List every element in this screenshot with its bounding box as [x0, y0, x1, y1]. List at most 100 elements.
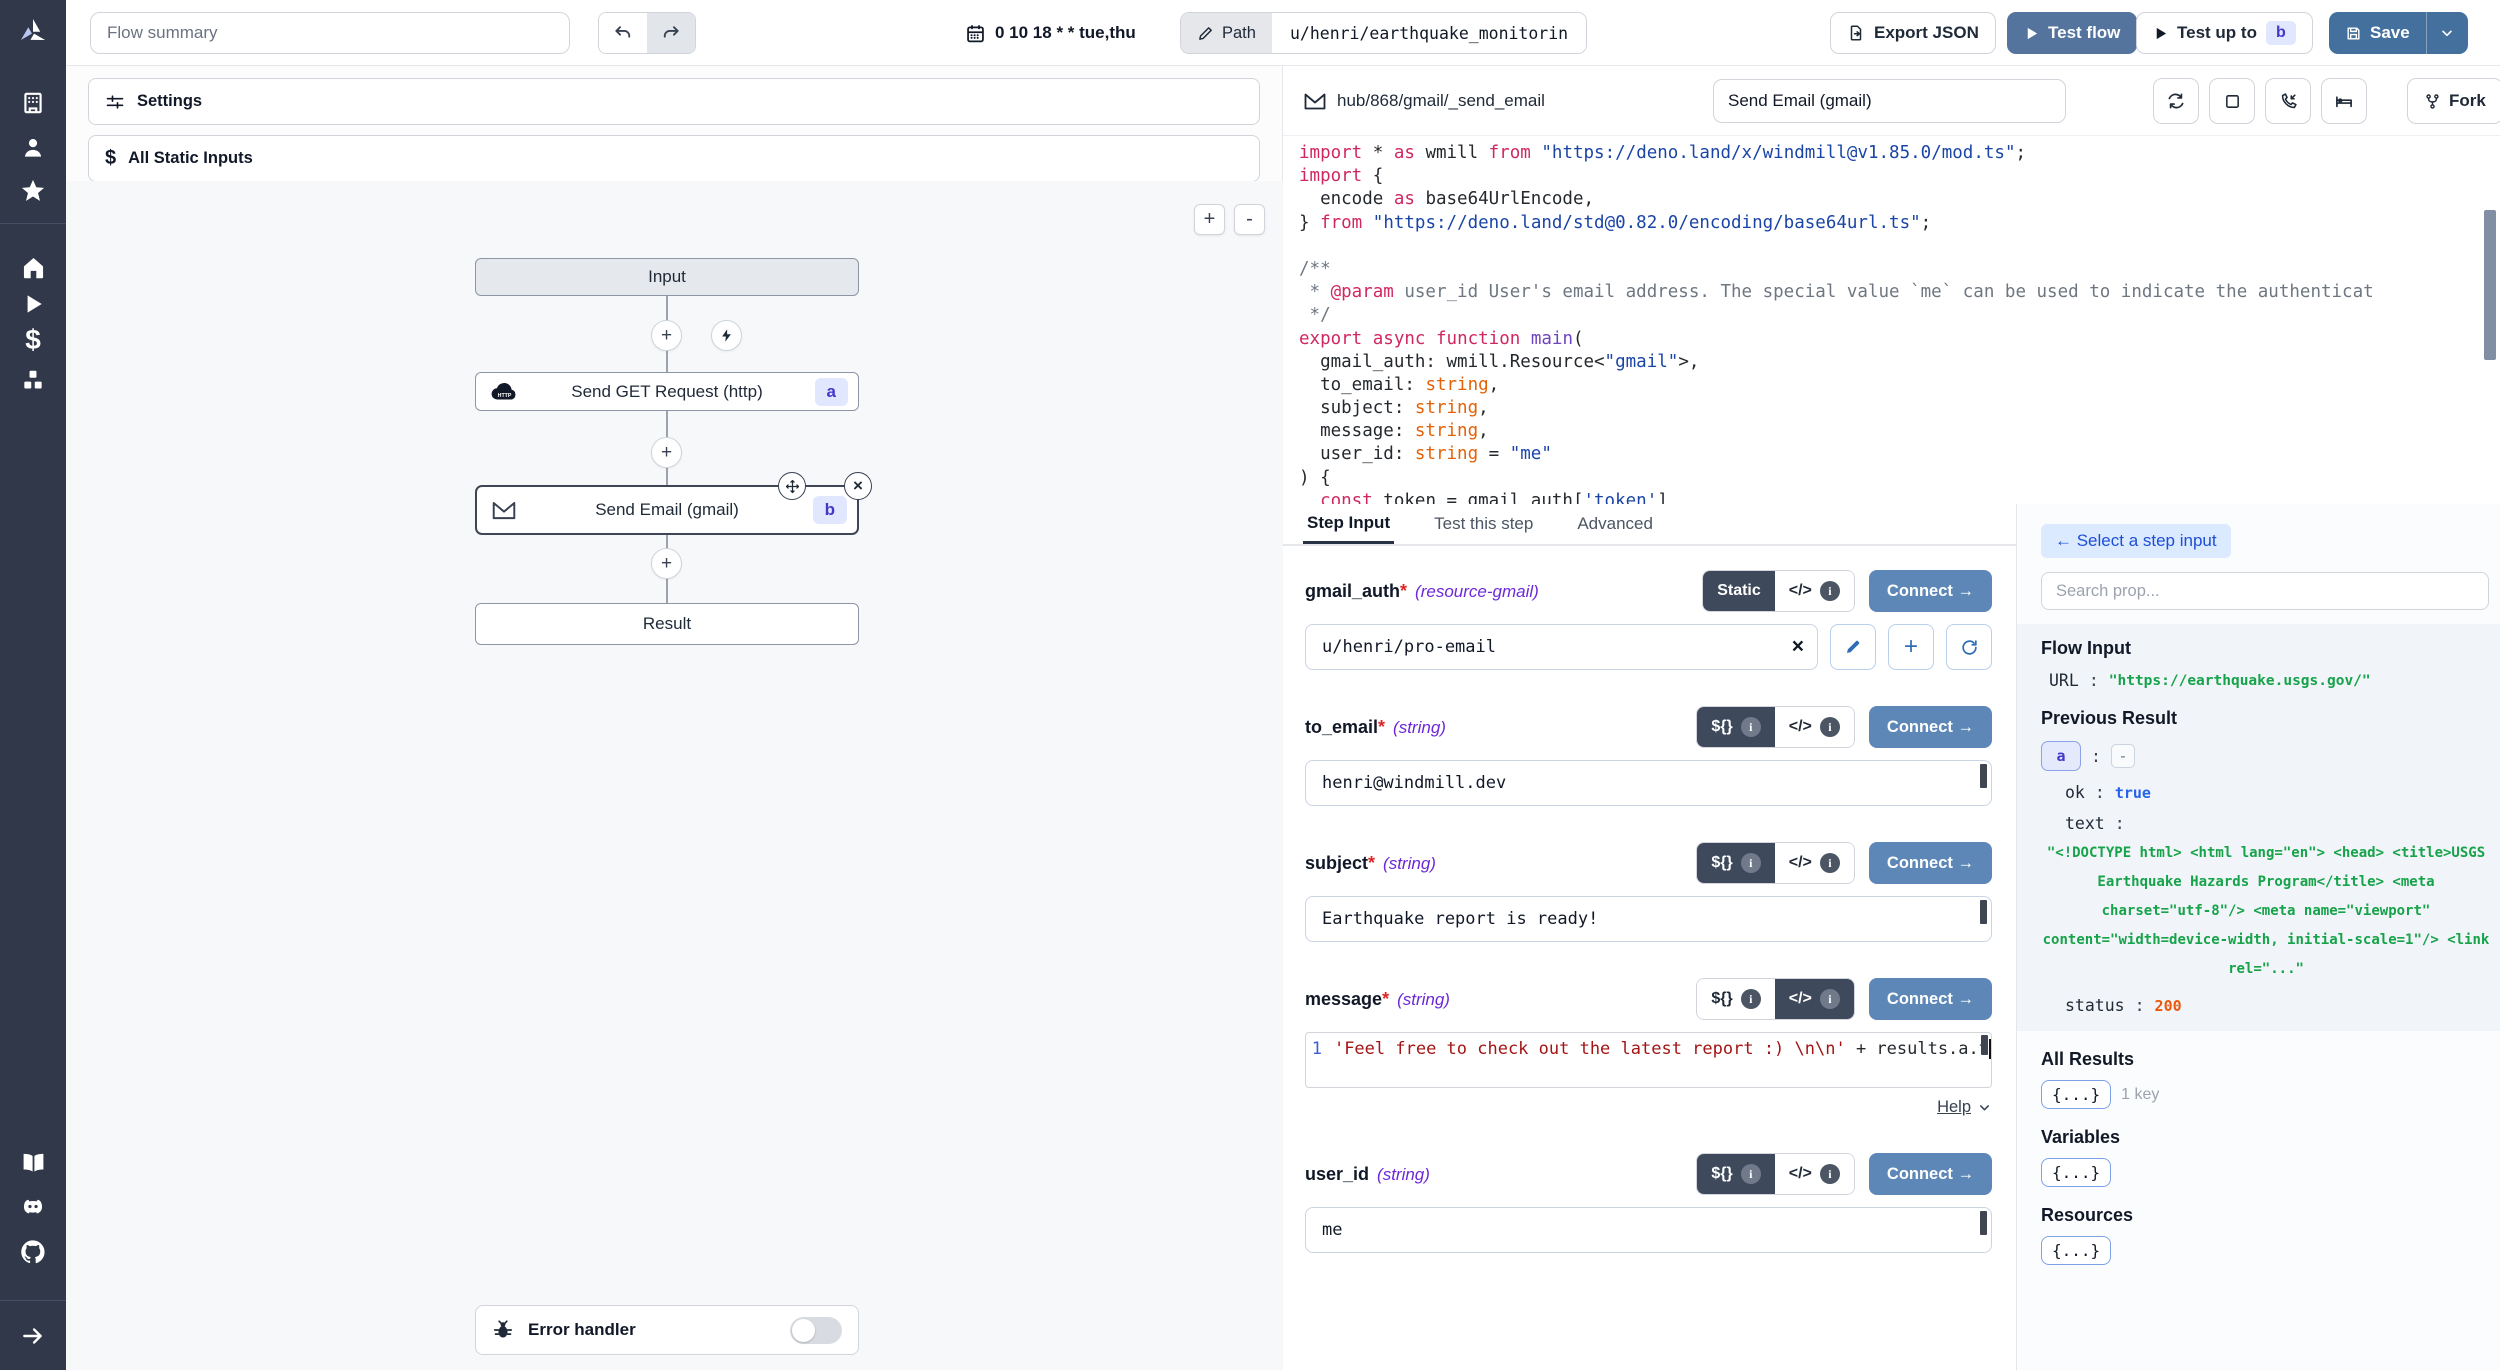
step-name-input[interactable]: [1713, 79, 2066, 123]
redo-button[interactable]: [647, 13, 695, 53]
help-link[interactable]: Help: [1937, 1098, 1971, 1117]
flow-canvas[interactable]: + - Input + HTTP Send GET Request (http)…: [66, 181, 1283, 1370]
save-button[interactable]: Save: [2329, 12, 2426, 54]
phone-incoming-button[interactable]: [2265, 78, 2311, 124]
flow-node-input[interactable]: Input: [475, 258, 859, 296]
info-icon[interactable]: i: [1820, 1164, 1840, 1184]
resources-cubes-icon[interactable]: [0, 358, 66, 402]
tab-step-input[interactable]: Step Input: [1303, 504, 1394, 544]
connect-button[interactable]: Connect →: [1869, 706, 1992, 748]
code-editor[interactable]: import * as wmill from "https://deno.lan…: [1283, 136, 2500, 504]
test-flow-button[interactable]: Test flow: [2007, 12, 2137, 54]
windmill-logo[interactable]: [0, 0, 66, 66]
all-results-title: All Results: [2041, 1049, 2476, 1070]
tab-advanced[interactable]: Advanced: [1573, 504, 1657, 544]
connect-button[interactable]: Connect →: [1869, 570, 1992, 612]
code-vertical-scrollbar[interactable]: [2484, 210, 2496, 360]
export-json-button[interactable]: Export JSON: [1830, 12, 1996, 54]
info-icon[interactable]: i: [1820, 989, 1840, 1009]
zoom-in-button[interactable]: +: [1194, 204, 1225, 235]
add-step-button[interactable]: +: [651, 548, 682, 579]
expr-mode-button[interactable]: ${}i: [1697, 843, 1774, 883]
code-mode-button[interactable]: </>i: [1775, 1154, 1854, 1194]
result-status-row[interactable]: status : 200: [2065, 996, 2476, 1015]
code-mode-button[interactable]: </>i: [1775, 707, 1854, 747]
delete-node-button[interactable]: ×: [844, 472, 872, 500]
input-scroll-thumb[interactable]: [1980, 764, 1987, 788]
required-asterisk: *: [1382, 989, 1389, 1009]
add-resource-button[interactable]: +: [1888, 624, 1934, 670]
collapse-button[interactable]: -: [2111, 744, 2135, 768]
flow-input-url-row[interactable]: URL : "https://earthquake.usgs.gov/": [2049, 671, 2476, 690]
error-handler-toggle[interactable]: [790, 1317, 842, 1344]
flow-node-result[interactable]: Result: [475, 603, 859, 645]
add-step-button[interactable]: +: [651, 437, 682, 468]
zoom-out-button[interactable]: -: [1234, 204, 1265, 235]
save-dropdown-chevron[interactable]: [2426, 12, 2468, 54]
info-icon[interactable]: i: [1741, 1164, 1761, 1184]
github-icon[interactable]: [0, 1230, 66, 1274]
info-icon[interactable]: i: [1741, 717, 1761, 737]
input-scroll-thumb[interactable]: [1981, 1035, 1988, 1055]
user-icon[interactable]: [0, 126, 66, 170]
test-up-to-button[interactable]: Test up to b: [2136, 12, 2313, 54]
sleep-bed-button[interactable]: [2321, 78, 2367, 124]
expand-arrow-icon[interactable]: [0, 1314, 66, 1358]
flow-summary-input[interactable]: [90, 12, 570, 54]
tab-test-this-step[interactable]: Test this step: [1430, 504, 1537, 544]
gmail-auth-input[interactable]: [1305, 624, 1818, 670]
info-icon[interactable]: i: [1741, 853, 1761, 873]
info-icon[interactable]: i: [1820, 581, 1840, 601]
select-step-input-button[interactable]: ← Select a step input: [2041, 524, 2231, 558]
input-scroll-thumb[interactable]: [1980, 1211, 1987, 1235]
result-a-badge[interactable]: a: [2041, 741, 2081, 771]
user-id-input[interactable]: [1305, 1207, 1992, 1253]
info-icon[interactable]: i: [1820, 717, 1840, 737]
sync-script-button[interactable]: [2153, 78, 2199, 124]
info-icon[interactable]: i: [1820, 853, 1840, 873]
code-mode-button[interactable]: </>i: [1775, 571, 1854, 611]
all-results-object-badge[interactable]: {...}: [2041, 1080, 2111, 1109]
trigger-bolt-button[interactable]: [711, 320, 742, 351]
to-email-input[interactable]: [1305, 760, 1992, 806]
docs-book-icon[interactable]: [0, 1140, 66, 1184]
static-mode-button[interactable]: Static: [1703, 571, 1775, 611]
hub-script-path[interactable]: hub/868/gmail/_send_email: [1303, 91, 1545, 111]
flow-settings-button[interactable]: Settings: [88, 78, 1260, 125]
move-node-handle[interactable]: [778, 472, 806, 500]
clear-resource-button[interactable]: ×: [1792, 635, 1804, 659]
schedule-display[interactable]: 0 10 18 * * tue,thu: [965, 0, 1136, 66]
path-chip[interactable]: Path u/henri/earthquake_monitorin: [1180, 12, 1587, 54]
search-prop-input[interactable]: [2041, 572, 2489, 610]
flow-node-get-request[interactable]: HTTP Send GET Request (http) a: [475, 372, 859, 411]
connect-button[interactable]: Connect →: [1869, 842, 1992, 884]
all-static-inputs-button[interactable]: $ All Static Inputs: [88, 135, 1260, 182]
code-mode-button[interactable]: </>i: [1775, 843, 1854, 883]
undo-button[interactable]: [599, 13, 647, 53]
expr-mode-button[interactable]: ${}i: [1697, 1154, 1774, 1194]
expr-mode-button[interactable]: ${}i: [1697, 707, 1774, 747]
expr-mode-button[interactable]: ${}i: [1697, 979, 1774, 1019]
input-scroll-thumb[interactable]: [1980, 900, 1987, 924]
edit-resource-button[interactable]: [1830, 624, 1876, 670]
result-ok-row[interactable]: ok : true: [2065, 783, 2476, 802]
ok-value: true: [2115, 784, 2151, 802]
code-mode-button[interactable]: </>i: [1775, 979, 1854, 1019]
connect-button[interactable]: Connect →: [1869, 978, 1992, 1020]
info-icon[interactable]: i: [1741, 989, 1761, 1009]
connect-button[interactable]: Connect →: [1869, 1153, 1992, 1195]
variables-dollar-icon[interactable]: $: [0, 318, 66, 362]
variables-object-badge[interactable]: {...}: [2041, 1158, 2111, 1187]
result-text-row[interactable]: text :: [2065, 814, 2476, 833]
text-value[interactable]: "<!DOCTYPE html> <html lang="en"> <head>…: [2041, 839, 2491, 984]
message-code-editor[interactable]: 1 'Feel free to check out the latest rep…: [1305, 1032, 1992, 1088]
expand-editor-button[interactable]: [2209, 78, 2255, 124]
workspace-icon[interactable]: [0, 81, 66, 125]
fork-script-button[interactable]: Fork: [2407, 78, 2500, 124]
refresh-resource-button[interactable]: [1946, 624, 1992, 670]
subject-input[interactable]: [1305, 896, 1992, 942]
add-step-button[interactable]: +: [651, 320, 682, 351]
discord-icon[interactable]: [0, 1185, 66, 1229]
favorites-star-icon[interactable]: [0, 169, 66, 213]
resources-object-badge[interactable]: {...}: [2041, 1236, 2111, 1265]
